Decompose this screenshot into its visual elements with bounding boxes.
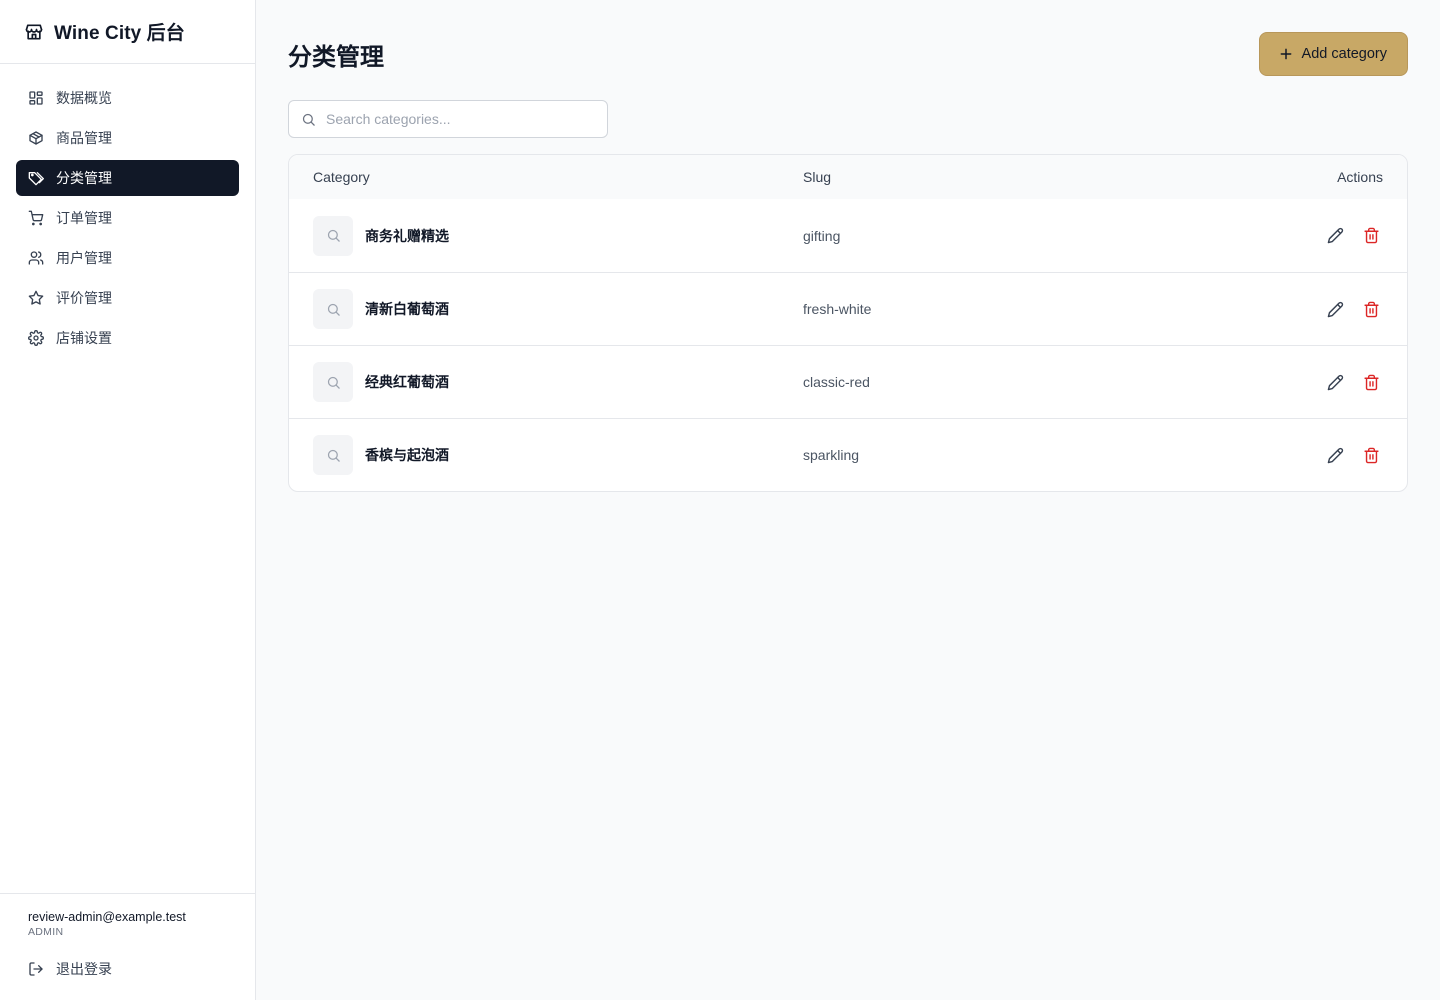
edit-button[interactable] [1325,445,1345,465]
brand-title: Wine City 后台 [54,23,185,44]
sidebar: Wine City 后台 数据概览 商品管理 分类管理 订单管理 用户管理 评价… [0,0,256,1000]
sidebar-item-label: 分类管理 [56,170,112,186]
category-thumbnail [313,215,353,256]
sidebar-footer: review-admin@example.test ADMIN 退出登录 [0,893,255,1000]
plus-icon [1278,46,1294,62]
trash-icon [1363,301,1380,318]
row-actions [1263,226,1383,246]
sidebar-item-settings[interactable]: 店铺设置 [16,320,239,356]
category-name: 经典红葡萄酒 [365,374,449,390]
users-icon [28,250,44,266]
logout-label: 退出登录 [56,961,112,977]
trash-icon [1363,447,1380,464]
search-icon [301,112,316,127]
sidebar-item-products[interactable]: 商品管理 [16,120,239,156]
logout-icon [28,961,44,977]
pencil-icon [1327,374,1344,391]
search-icon [326,448,341,463]
category-cell: 商务礼赠精选 [313,215,803,256]
delete-button[interactable] [1361,372,1381,392]
sidebar-item-dashboard[interactable]: 数据概览 [16,80,239,116]
table-header: Category Slug Actions [289,155,1407,199]
page-header: 分类管理 Add category [288,32,1408,76]
sidebar-nav: 数据概览 商品管理 分类管理 订单管理 用户管理 评价管理 店铺设置 [0,64,255,893]
category-cell: 清新白葡萄酒 [313,289,803,329]
table-row: 商务礼赠精选 gifting [289,199,1407,272]
delete-button[interactable] [1361,445,1381,465]
main-content: 分类管理 Add category Category Slu [256,0,1440,1000]
user-email: review-admin@example.test [28,910,186,924]
category-slug: gifting [803,227,841,244]
sidebar-item-label: 店铺设置 [56,330,112,346]
category-slug: classic-red [803,374,870,390]
category-thumbnail [313,289,353,329]
cart-icon [28,210,44,226]
category-slug: fresh-white [803,301,872,317]
sidebar-item-label: 用户管理 [56,250,112,266]
sidebar-item-categories[interactable]: 分类管理 [16,160,239,196]
row-actions [1263,445,1383,465]
search-input[interactable] [326,101,595,137]
sidebar-item-users[interactable]: 用户管理 [16,240,239,276]
table-row: 经典红葡萄酒 classic-red [289,345,1407,418]
delete-button[interactable] [1361,299,1381,319]
sidebar-item-label: 订单管理 [56,210,112,226]
add-category-button[interactable]: Add category [1258,32,1408,76]
row-actions [1263,299,1383,319]
edit-button[interactable] [1325,299,1345,319]
row-actions [1263,372,1383,392]
sidebar-item-label: 数据概览 [56,90,112,106]
sidebar-item-label: 商品管理 [56,130,112,146]
trash-icon [1363,374,1380,391]
logout-button[interactable]: 退出登录 [28,958,227,980]
app-root: Wine City 后台 数据概览 商品管理 分类管理 订单管理 用户管理 评价… [0,0,1440,1000]
table-row: 香槟与起泡酒 sparkling [289,418,1407,491]
user-role: ADMIN [28,926,64,938]
dashboard-grid-icon [28,90,44,106]
category-slug: sparkling [803,447,860,463]
category-name: 商务礼赠精选 [365,227,449,244]
tags-icon [28,170,44,186]
package-icon [28,130,44,146]
star-icon [28,290,44,306]
categories-table: Category Slug Actions 商务礼赠精选 gifting 清新白… [288,154,1408,492]
column-header-category: Category [313,169,370,185]
sidebar-item-orders[interactable]: 订单管理 [16,200,239,236]
store-icon [24,22,44,42]
column-header-actions: Actions [1337,169,1383,185]
category-name: 香槟与起泡酒 [365,447,449,463]
pencil-icon [1327,447,1344,464]
page-title: 分类管理 [288,43,384,71]
table-body: 商务礼赠精选 gifting 清新白葡萄酒 fresh-white 经典红葡萄酒… [289,199,1407,491]
trash-icon [1363,227,1380,244]
edit-button[interactable] [1325,372,1345,392]
search-icon [326,302,341,317]
category-cell: 经典红葡萄酒 [313,362,803,402]
sidebar-item-reviews[interactable]: 评价管理 [16,280,239,316]
search-icon [326,228,341,243]
sidebar-item-label: 评价管理 [56,290,112,306]
search-box [288,100,608,138]
search-icon [326,375,341,390]
table-row: 清新白葡萄酒 fresh-white [289,272,1407,345]
category-cell: 香槟与起泡酒 [313,435,803,475]
category-name: 清新白葡萄酒 [365,301,449,317]
column-header-slug: Slug [803,169,832,185]
edit-button[interactable] [1325,226,1345,246]
brand-header: Wine City 后台 [0,0,255,64]
category-thumbnail [313,362,353,402]
pencil-icon [1327,227,1344,244]
settings-icon [28,330,44,346]
pencil-icon [1327,301,1344,318]
add-category-label: Add category [1301,46,1387,62]
delete-button[interactable] [1361,226,1381,246]
category-thumbnail [313,435,353,475]
